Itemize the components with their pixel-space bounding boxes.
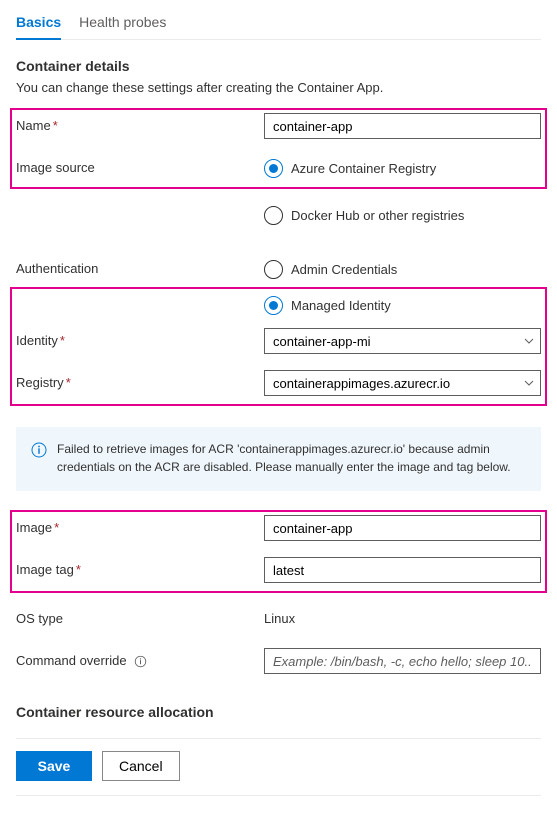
highlight-auth-identity-registry: Managed Identity Identity* Registry* [11, 288, 546, 405]
label-identity: Identity* [16, 328, 264, 348]
label-registry: Registry* [16, 370, 264, 390]
radio-admin-credentials[interactable]: Admin Credentials [264, 256, 541, 282]
image-input[interactable] [264, 515, 541, 541]
os-type-value: Linux [264, 606, 541, 626]
label-image: Image* [16, 515, 264, 535]
radio-label: Azure Container Registry [291, 161, 436, 176]
label-image-source: Image source [16, 155, 264, 175]
radio-label: Docker Hub or other registries [291, 208, 464, 223]
image-tag-input[interactable] [264, 557, 541, 583]
tab-health-probes[interactable]: Health probes [79, 10, 166, 40]
highlight-image-tag: Image* Image tag* [11, 511, 546, 592]
label-image-tag: Image tag* [16, 557, 264, 577]
radio-circle-icon [264, 159, 283, 178]
radio-azure-container-registry[interactable]: Azure Container Registry [264, 155, 541, 181]
label-name: Name* [16, 113, 264, 133]
footer-bar: Save Cancel [16, 739, 541, 781]
label-authentication: Authentication [16, 256, 264, 276]
cancel-button[interactable]: Cancel [102, 751, 180, 781]
registry-select[interactable] [264, 370, 541, 396]
info-message-text: Failed to retrieve images for ACR 'conta… [57, 440, 526, 476]
tabs-bar: Basics Health probes [16, 0, 541, 40]
section-heading-resource-allocation: Container resource allocation [16, 704, 541, 720]
section-heading-container-details: Container details [16, 58, 541, 74]
radio-circle-icon [264, 206, 283, 225]
radio-circle-icon [264, 296, 283, 315]
info-message-box: Failed to retrieve images for ACR 'conta… [16, 427, 541, 491]
tab-basics[interactable]: Basics [16, 10, 61, 40]
identity-select[interactable] [264, 328, 541, 354]
name-input[interactable] [264, 113, 541, 139]
label-command-override: Command override [16, 648, 264, 668]
save-button[interactable]: Save [16, 751, 92, 781]
radio-label: Admin Credentials [291, 262, 397, 277]
command-override-input[interactable] [264, 648, 541, 674]
radio-circle-icon [264, 260, 283, 279]
radio-docker-hub[interactable]: Docker Hub or other registries [264, 202, 541, 228]
info-icon[interactable] [134, 655, 147, 668]
label-os-type: OS type [16, 606, 264, 626]
info-icon [31, 442, 47, 476]
radio-label: Managed Identity [291, 298, 391, 313]
section-description: You can change these settings after crea… [16, 80, 541, 95]
radio-managed-identity[interactable]: Managed Identity [264, 292, 541, 318]
highlight-name-imagesource: Name* Image source Azure Container Regis… [11, 109, 546, 188]
